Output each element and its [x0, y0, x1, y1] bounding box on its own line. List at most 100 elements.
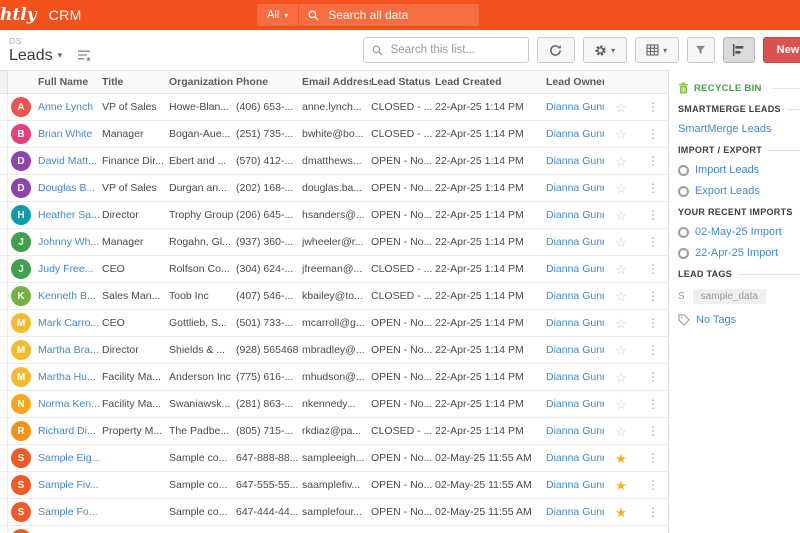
column-header-lead-owner[interactable]: Lead Owner	[546, 76, 604, 88]
column-header-phone[interactable]: Phone	[236, 76, 302, 88]
row-menu-icon[interactable]: ⋮	[638, 479, 668, 491]
list-search-input[interactable]	[388, 43, 503, 57]
table-row[interactable]: J Johnny Wh... Manager Rogahn, Gl... (93…	[0, 229, 668, 256]
favorite-star-icon[interactable]: ☆	[604, 155, 638, 168]
row-menu-icon[interactable]: ⋮	[638, 398, 668, 410]
favorite-star-icon[interactable]: ☆	[604, 317, 638, 330]
favorite-star-icon[interactable]: ★	[604, 479, 638, 492]
favorite-star-icon[interactable]: ☆	[604, 101, 638, 114]
lead-name-link[interactable]: Anne Lynch	[38, 101, 93, 113]
export-leads-link[interactable]: Export Leads	[678, 185, 800, 197]
table-row[interactable]: M Mark Carro... CEO Gottlieb, S... (501)…	[0, 310, 668, 337]
refresh-button[interactable]	[536, 37, 575, 63]
favorite-star-icon[interactable]: ★	[604, 452, 638, 465]
lead-name-link[interactable]: Sample Fiv...	[38, 479, 99, 491]
row-menu-icon[interactable]: ⋮	[638, 128, 668, 140]
table-row[interactable]: S Sample Eig... Sample co... 647-888-88.…	[0, 445, 668, 472]
table-row[interactable]: M Martha Bra... Director Shields & ... (…	[0, 337, 668, 364]
lead-owner-link[interactable]: Dianna Gunn	[546, 101, 604, 113]
lead-name-link[interactable]: Norma Ken...	[38, 398, 100, 410]
favorite-star-icon[interactable]: ☆	[604, 182, 638, 195]
favorite-star-icon[interactable]: ☆	[604, 290, 638, 303]
lead-owner-link[interactable]: Dianna Gunn	[546, 128, 604, 140]
row-menu-icon[interactable]: ⋮	[638, 371, 668, 383]
row-menu-icon[interactable]: ⋮	[638, 101, 668, 113]
lead-name-link[interactable]: Mark Carro...	[38, 317, 99, 329]
table-row[interactable]: A Anne Lynch VP of Sales Howe-Blan... (4…	[0, 94, 668, 121]
column-header-title[interactable]: Title	[102, 76, 169, 88]
column-header-full-name[interactable]: Full Name	[38, 76, 102, 88]
column-header-email[interactable]: Email Address	[302, 76, 371, 88]
lead-name-link[interactable]: Kenneth B...	[38, 290, 96, 302]
favorite-star-icon[interactable]: ☆	[604, 344, 638, 357]
table-row[interactable]: M Martha Hu... Facility Ma... Anderson I…	[0, 364, 668, 391]
lead-owner-link[interactable]: Dianna Gunn	[546, 317, 604, 329]
table-row[interactable]: S Sample Ni... Sample co... 647-999-99..…	[0, 526, 668, 533]
table-row[interactable]: S Sample Fo... Sample co... 647-444-44..…	[0, 499, 668, 526]
favorite-star-icon[interactable]: ☆	[604, 398, 638, 411]
tag-chip[interactable]: sample_data	[692, 289, 766, 304]
lead-owner-link[interactable]: Dianna Gunn	[546, 155, 604, 167]
favorite-star-icon[interactable]: ☆	[604, 425, 638, 438]
search-scope-dropdown[interactable]: All ▾	[257, 4, 299, 26]
favorite-star-icon[interactable]: ☆	[604, 209, 638, 222]
smartmerge-leads-link[interactable]: SmartMerge Leads	[678, 123, 800, 135]
column-header-lead-created[interactable]: Lead Created	[435, 76, 546, 88]
row-menu-icon[interactable]: ⋮	[638, 452, 668, 464]
table-row[interactable]: N Norma Ken... Facility Ma... Swaniawsk.…	[0, 391, 668, 418]
filter-button[interactable]	[686, 37, 715, 63]
table-row[interactable]: R Richard Di... Property M... The Padbe.…	[0, 418, 668, 445]
column-header-organization[interactable]: Organization	[169, 76, 236, 88]
row-menu-icon[interactable]: ⋮	[638, 506, 668, 518]
kanban-view-toggle-button[interactable]	[722, 37, 755, 63]
lead-name-link[interactable]: Sample Eig...	[38, 452, 100, 464]
lead-owner-link[interactable]: Dianna Gunn	[546, 344, 604, 356]
lead-name-link[interactable]: Martha Bra...	[38, 344, 99, 356]
lead-owner-link[interactable]: Dianna Gunn	[546, 371, 604, 383]
lead-name-link[interactable]: David Matt...	[38, 155, 97, 167]
row-menu-icon[interactable]: ⋮	[638, 290, 668, 302]
lead-owner-link[interactable]: Dianna Gunn	[546, 425, 604, 437]
row-menu-icon[interactable]: ⋮	[638, 155, 668, 167]
lead-name-link[interactable]: Martha Hu...	[38, 371, 96, 383]
row-menu-icon[interactable]: ⋮	[638, 425, 668, 437]
lead-owner-link[interactable]: Dianna Gunn	[546, 182, 604, 194]
columns-dropdown-button[interactable]: ▾	[634, 37, 679, 63]
table-row[interactable]: D David Matt... Finance Dir... Ebert and…	[0, 148, 668, 175]
global-search-input[interactable]	[326, 7, 461, 23]
row-menu-icon[interactable]: ⋮	[638, 236, 668, 248]
lead-name-link[interactable]: Sample Fo...	[38, 506, 98, 518]
lead-owner-link[interactable]: Dianna Gunn	[546, 209, 604, 221]
recent-import-link[interactable]: 02-May-25 Import	[678, 226, 800, 238]
lead-owner-link[interactable]: Dianna Gunn	[546, 479, 604, 491]
lead-owner-link[interactable]: Dianna Gunn	[546, 452, 604, 464]
chevron-down-icon[interactable]: ▾	[58, 50, 63, 61]
recent-import-link[interactable]: 22-Apr-25 Import	[678, 247, 800, 259]
column-header-lead-status[interactable]: Lead Status	[371, 76, 435, 88]
recycle-bin-link[interactable]: RECYCLE BIN	[678, 82, 800, 94]
list-settings-icon[interactable]	[77, 49, 92, 62]
lead-name-link[interactable]: Heather Sa...	[38, 209, 100, 221]
row-menu-icon[interactable]: ⋮	[638, 263, 668, 275]
lead-owner-link[interactable]: Dianna Gunn	[546, 506, 604, 518]
global-search-bar[interactable]	[299, 4, 480, 26]
favorite-star-icon[interactable]: ☆	[604, 371, 638, 384]
row-menu-icon[interactable]: ⋮	[638, 182, 668, 194]
lead-name-link[interactable]: Brian White	[38, 128, 92, 140]
lead-name-link[interactable]: Judy Free...	[38, 263, 93, 275]
lead-name-link[interactable]: Richard Di...	[38, 425, 96, 437]
favorite-star-icon[interactable]: ☆	[604, 236, 638, 249]
row-menu-icon[interactable]: ⋮	[638, 209, 668, 221]
import-leads-link[interactable]: Import Leads	[678, 164, 800, 176]
row-menu-icon[interactable]: ⋮	[638, 317, 668, 329]
lead-owner-link[interactable]: Dianna Gunn	[546, 398, 604, 410]
table-row[interactable]: K Kenneth B... Sales Man... Toob Inc (40…	[0, 283, 668, 310]
lead-owner-link[interactable]: Dianna Gunn	[546, 236, 604, 248]
table-row[interactable]: J Judy Free... CEO Rolfson Co... (304) 6…	[0, 256, 668, 283]
lead-owner-link[interactable]: Dianna Gunn	[546, 290, 604, 302]
list-search-box[interactable]	[362, 37, 529, 63]
new-lead-button[interactable]: New Lead	[762, 37, 800, 63]
favorite-star-icon[interactable]: ☆	[604, 128, 638, 141]
lead-name-link[interactable]: Johnny Wh...	[38, 236, 99, 248]
table-row[interactable]: D Douglas B... VP of Sales Durgan an... …	[0, 175, 668, 202]
